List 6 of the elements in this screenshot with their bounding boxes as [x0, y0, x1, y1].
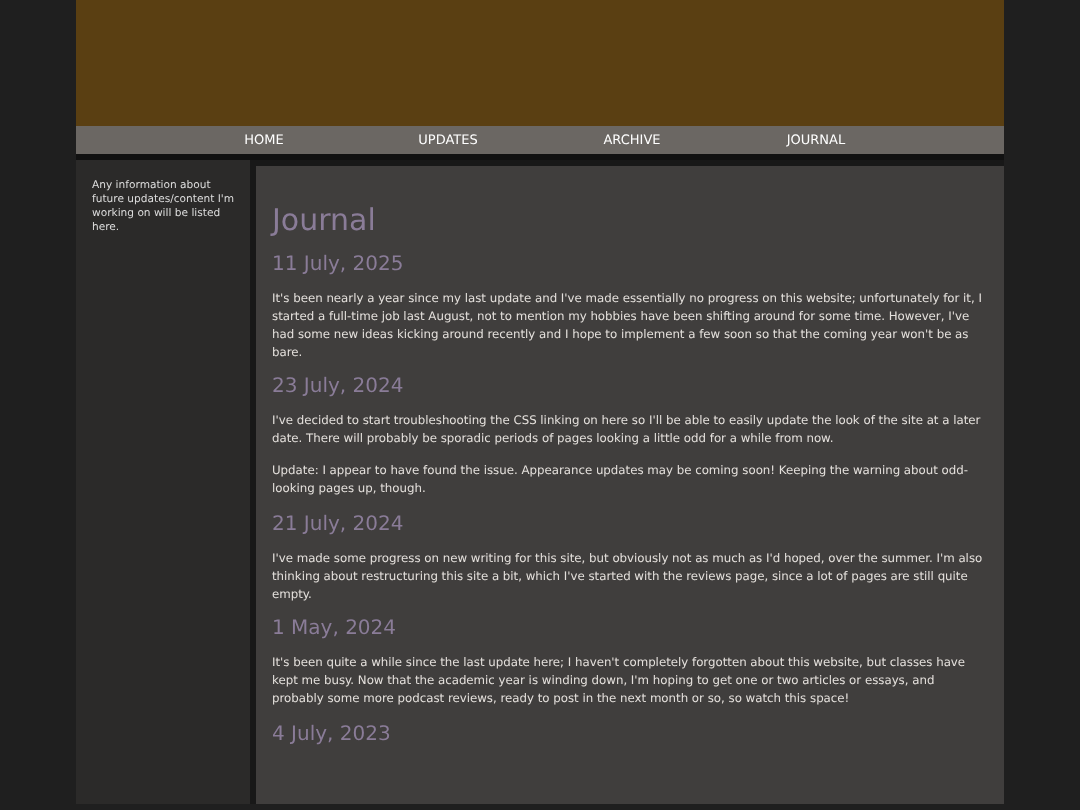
- entry-date: 4 July, 2023: [272, 724, 393, 749]
- entry-date: 21 July, 2024: [272, 513, 406, 538]
- entry-date: 1 May, 2024: [272, 618, 399, 643]
- entry-date: 11 July, 2025: [272, 254, 406, 278]
- entry-date: 23 July, 2024: [272, 376, 406, 401]
- page-title: Journal: [272, 202, 378, 238]
